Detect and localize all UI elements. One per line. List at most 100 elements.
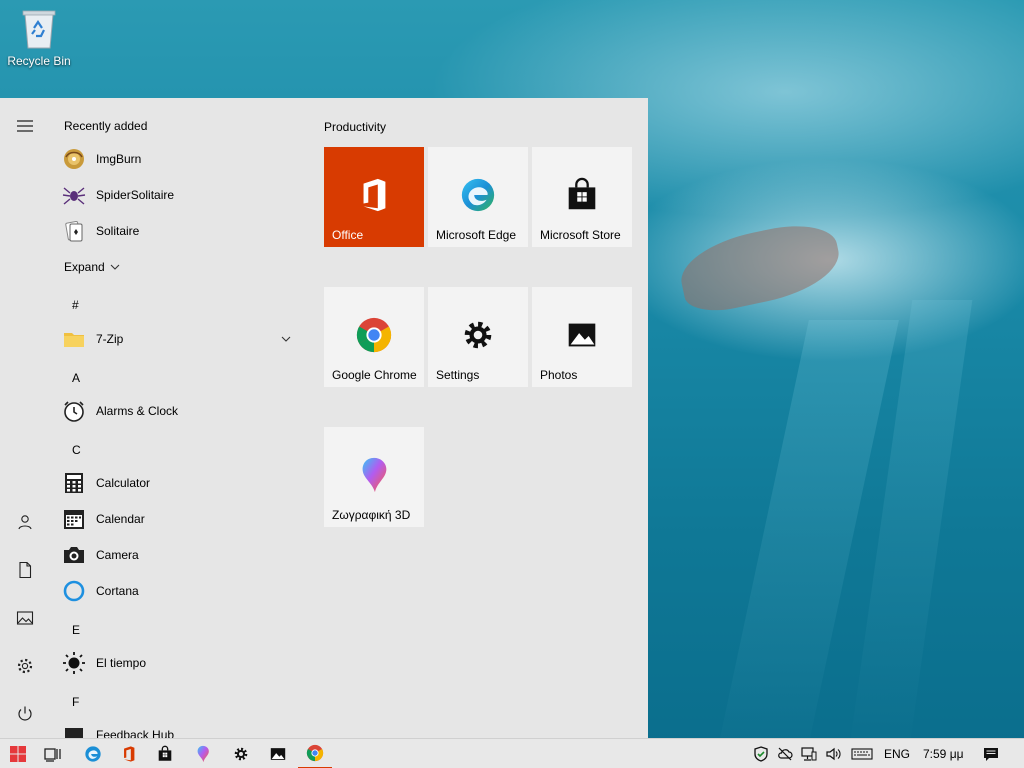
letter-header-e[interactable]: E	[72, 623, 80, 637]
network-icon[interactable]	[801, 746, 817, 762]
language-indicator[interactable]: ENG	[884, 747, 910, 761]
volume-icon[interactable]	[825, 746, 841, 762]
taskbar-photos-button[interactable]	[261, 739, 295, 768]
windows-logo-icon	[10, 746, 26, 762]
tile-photos[interactable]: Photos	[532, 287, 632, 387]
folder-icon	[62, 327, 86, 351]
tile-settings[interactable]: Settings	[428, 287, 528, 387]
expand-button[interactable]: Expand	[64, 260, 120, 274]
app-item-alarms-clock[interactable]: Alarms & Clock	[62, 394, 302, 428]
app-item-label: Camera	[96, 548, 139, 562]
chevron-down-icon	[110, 264, 120, 270]
tile-google-chrome[interactable]: Google Chrome	[324, 287, 424, 387]
tile-group-title[interactable]: Productivity	[324, 120, 386, 134]
edge-icon	[85, 746, 101, 762]
settings-button[interactable]	[9, 650, 41, 682]
taskbar-paint3d-button[interactable]	[186, 739, 220, 768]
app-item-spidersolitaire[interactable]: SpiderSolitaire	[62, 178, 302, 212]
tile-label: Google Chrome	[332, 368, 417, 382]
letter-header-c[interactable]: C	[72, 443, 81, 457]
app-item-label: Alarms & Clock	[96, 404, 179, 418]
document-icon	[19, 561, 32, 579]
office-icon	[124, 746, 135, 762]
expand-label: Expand	[64, 260, 105, 274]
imgburn-icon	[62, 147, 86, 171]
paint3d-icon	[354, 455, 394, 495]
pictures-button[interactable]	[9, 602, 41, 634]
tile-label: Microsoft Store	[540, 228, 621, 242]
image-icon	[16, 611, 34, 625]
app-item-calendar[interactable]: Calendar	[62, 502, 302, 536]
taskbar-settings-button[interactable]	[224, 739, 258, 768]
tile-label: Microsoft Edge	[436, 228, 517, 242]
cards-icon	[62, 219, 86, 243]
onedrive-cloud-icon[interactable]	[777, 746, 793, 762]
desktop-icon-recycle-bin[interactable]: Recycle Bin	[4, 6, 74, 68]
user-account-button[interactable]	[9, 506, 41, 538]
tile-microsoft-store[interactable]: Microsoft Store	[532, 147, 632, 247]
app-item-feedback-hub[interactable]: Feedback Hub	[62, 718, 302, 738]
tile-paint-3d[interactable]: Ζωγραφική 3D	[324, 427, 424, 527]
calculator-icon	[62, 471, 86, 495]
camera-icon	[62, 543, 86, 567]
clock[interactable]: 7:59 μμ	[923, 747, 964, 761]
taskbar: ENG 7:59 μμ	[0, 738, 1024, 768]
taskbar-office-button[interactable]	[112, 739, 146, 768]
cortana-ring-icon	[62, 579, 86, 603]
tile-office[interactable]: Office	[324, 147, 424, 247]
tile-microsoft-edge[interactable]: Microsoft Edge	[428, 147, 528, 247]
user-icon	[18, 515, 32, 530]
start-rail	[0, 98, 50, 738]
app-item-label: El tiempo	[96, 656, 147, 670]
letter-header-f[interactable]: F	[72, 695, 79, 709]
chevron-down-icon[interactable]	[280, 333, 292, 345]
paint3d-icon	[197, 745, 209, 763]
start-button[interactable]	[1, 739, 35, 768]
app-item-label: Calendar	[96, 512, 145, 526]
photos-icon	[270, 748, 286, 760]
app-item-label: 7-Zip	[96, 332, 124, 346]
app-item-camera[interactable]: Camera	[62, 538, 302, 572]
taskbar-store-button[interactable]	[148, 739, 182, 768]
app-item-imgburn[interactable]: ImgBurn	[62, 142, 302, 176]
app-item-label: Solitaire	[96, 224, 140, 238]
app-item-solitaire[interactable]: Solitaire	[62, 214, 302, 248]
app-item-label: SpiderSolitaire	[96, 188, 175, 202]
chrome-icon	[354, 315, 394, 355]
tile-label: Settings	[436, 368, 480, 382]
taskbar-chrome-button[interactable]	[298, 739, 332, 768]
start-menu: Recently added ImgBurn SpiderSolitaire S…	[0, 98, 648, 738]
app-list: Recently added ImgBurn SpiderSolitaire S…	[50, 98, 310, 738]
letter-header-a[interactable]: A	[72, 371, 80, 385]
app-item-el-tiempo[interactable]: El tiempo	[62, 646, 302, 680]
tiles-area: Productivity Office Microsoft Edge Micro…	[324, 98, 644, 738]
app-item-label: Calculator	[96, 476, 151, 490]
touch-keyboard-icon[interactable]	[851, 746, 873, 762]
recently-added-header: Recently added	[64, 119, 148, 133]
task-view-icon	[44, 748, 61, 762]
sun-icon	[62, 651, 86, 675]
gear-icon	[234, 747, 248, 761]
app-item-calculator[interactable]: Calculator	[62, 466, 302, 500]
letter-header-hash[interactable]: #	[72, 298, 79, 312]
hamburger-menu-button[interactable]	[9, 110, 41, 142]
alarm-clock-icon	[62, 399, 86, 423]
app-item-label: ImgBurn	[96, 152, 142, 166]
office-icon	[354, 175, 394, 215]
app-item-cortana[interactable]: Cortana	[62, 574, 302, 608]
desktop-icon-label: Recycle Bin	[7, 54, 71, 68]
store-bag-icon	[562, 175, 602, 215]
taskbar-edge-button[interactable]	[76, 739, 110, 768]
documents-button[interactable]	[9, 554, 41, 586]
tile-label: Ζωγραφική 3D	[332, 508, 411, 522]
spider-icon	[62, 183, 86, 207]
photos-icon	[562, 315, 602, 355]
action-center-icon[interactable]	[983, 746, 999, 762]
gear-icon	[17, 658, 33, 674]
security-shield-icon[interactable]	[753, 746, 769, 762]
app-item-7zip[interactable]: 7-Zip	[62, 322, 302, 356]
app-item-label: Feedback Hub	[96, 728, 175, 738]
power-button[interactable]	[9, 698, 41, 730]
task-view-button[interactable]	[36, 739, 70, 768]
feedback-icon	[62, 723, 86, 738]
